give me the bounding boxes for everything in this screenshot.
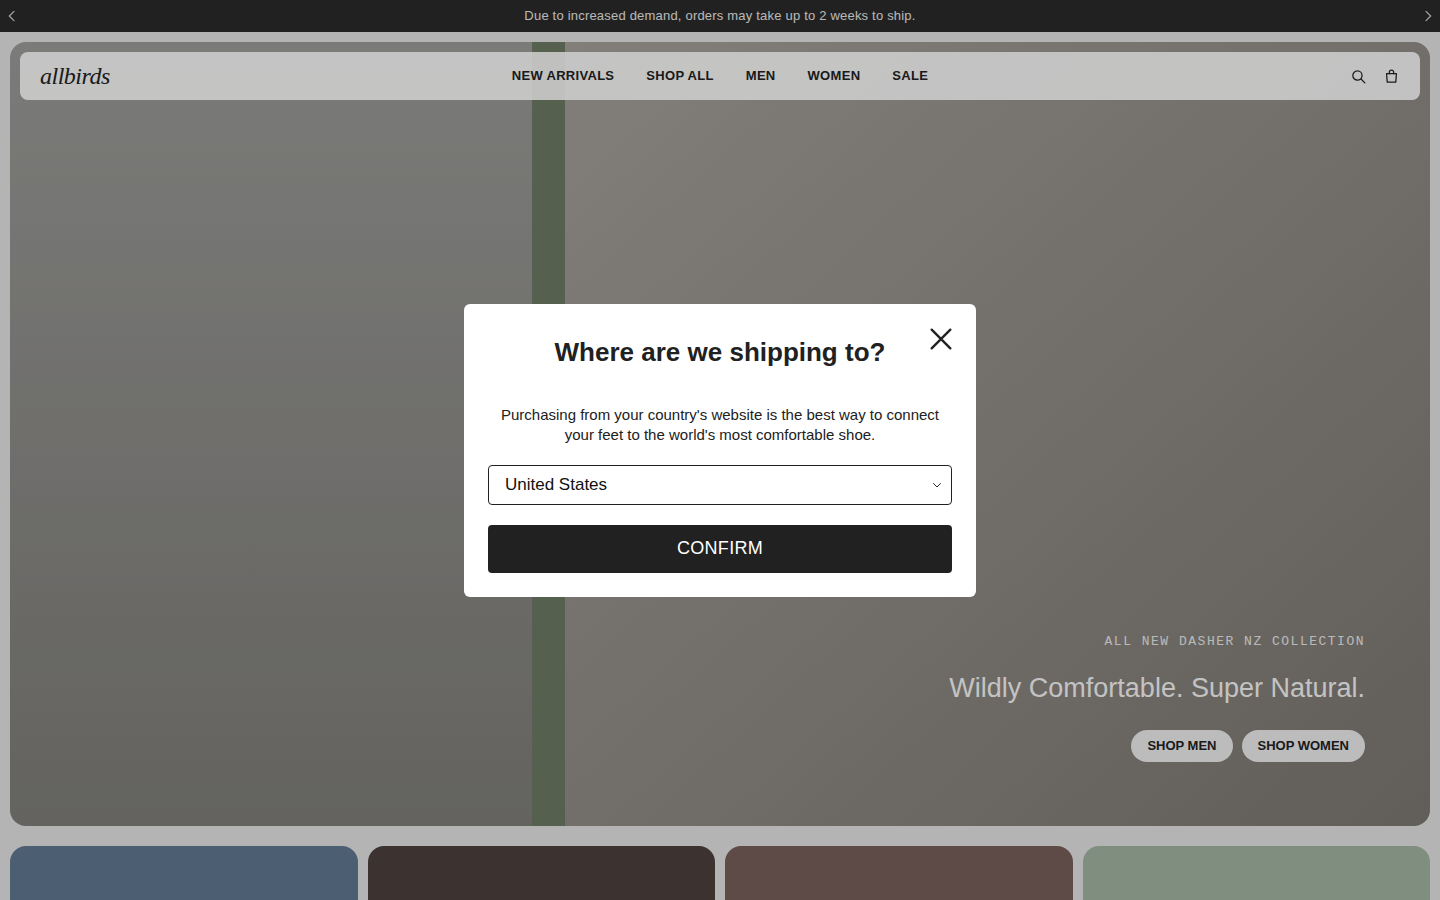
- modal-title: Where are we shipping to?: [555, 335, 886, 369]
- country-modal: Where are we shipping to? Purchasing from…: [464, 304, 976, 597]
- confirm-button[interactable]: CONFIRM: [488, 525, 952, 573]
- modal-body: Purchasing from your country's website i…: [488, 405, 952, 445]
- country-select[interactable]: United States: [488, 465, 952, 505]
- country-value: United States: [505, 472, 607, 498]
- close-icon: [925, 323, 957, 355]
- chevron-down-icon: [931, 479, 943, 491]
- close-button[interactable]: [925, 323, 957, 355]
- modal-overlay[interactable]: Where are we shipping to? Purchasing from…: [0, 0, 1440, 900]
